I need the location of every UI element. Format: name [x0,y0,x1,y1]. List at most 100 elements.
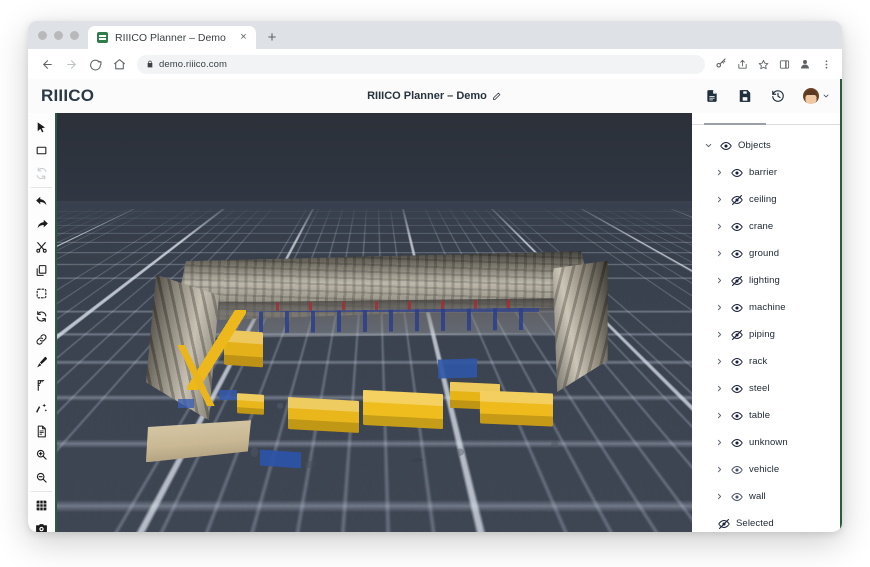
blue-pallet-object[interactable] [219,389,238,401]
chevron-right-icon[interactable] [715,384,724,393]
back-icon[interactable] [37,54,58,75]
maximize-window-button[interactable] [70,30,79,40]
copy-button[interactable] [30,259,53,282]
app-logo[interactable]: RIIICO [41,86,94,106]
tree-row-selected[interactable]: Selected [692,510,840,532]
3d-scene-viewport[interactable] [57,113,692,532]
blue-pallet-object[interactable] [260,449,302,469]
chevron-right-icon[interactable] [715,357,724,366]
eye-off-icon[interactable] [730,328,743,341]
tree-row-table[interactable]: table [692,402,840,429]
toolbar-divider [31,491,52,492]
zoom-in-button[interactable] [30,443,53,466]
eye-icon[interactable] [730,409,743,422]
history-clock-icon[interactable] [770,88,786,104]
eye-icon[interactable] [730,301,743,314]
measure-button[interactable] [30,374,53,397]
eye-off-icon[interactable] [717,517,730,530]
tree-row-wall[interactable]: wall [692,483,840,510]
eye-off-icon[interactable] [730,274,743,287]
close-tab-icon[interactable]: × [237,31,250,44]
star-icon[interactable] [756,57,770,71]
tree-row-objects[interactable]: Objects [692,132,840,159]
side-panel-icon[interactable] [777,57,791,71]
brush-button[interactable] [30,351,53,374]
user-menu[interactable] [803,88,830,104]
tree-row-unknown[interactable]: unknown [692,429,840,456]
minimize-window-button[interactable] [54,30,63,40]
eye-icon[interactable] [730,490,743,503]
blue-pallet-object[interactable] [438,358,478,379]
tree-row-crane[interactable]: crane [692,213,840,240]
browser-tab[interactable]: RIIICO Planner – Demo × [88,26,256,49]
home-icon[interactable] [109,54,130,75]
chevron-right-icon[interactable] [715,492,724,501]
crane-boom-lower[interactable] [173,345,220,407]
eye-icon[interactable] [730,355,743,368]
tree-row-lighting[interactable]: lighting [692,267,840,294]
chevron-right-icon[interactable] [715,249,724,258]
notes-button[interactable] [30,420,53,443]
eye-icon[interactable] [730,247,743,260]
machine-object[interactable] [363,389,444,430]
chevron-right-icon[interactable] [715,303,724,312]
save-floppy-icon[interactable] [737,88,753,104]
rectangle-tool-button[interactable] [30,139,53,162]
cut-button[interactable] [30,236,53,259]
document-icon[interactable] [704,88,720,104]
blue-pallet-object[interactable] [177,399,194,409]
profile-icon[interactable] [798,57,812,71]
share-icon[interactable] [735,57,749,71]
tree-row-rack[interactable]: rack [692,348,840,375]
select-tool-button[interactable] [30,116,53,139]
link-button[interactable] [30,328,53,351]
rotate-button[interactable] [30,305,53,328]
tree-row-ceiling[interactable]: ceiling [692,186,840,213]
select-region-button[interactable] [30,282,53,305]
new-tab-button[interactable]: + [261,26,283,49]
redo-button[interactable] [30,213,53,236]
eye-icon[interactable] [730,166,743,179]
chevron-down-icon[interactable] [704,141,713,150]
factory-point-cloud-model[interactable] [127,251,622,500]
toggle-grid-button[interactable] [30,494,53,517]
tree-row-piping[interactable]: piping [692,321,840,348]
pencil-edit-icon[interactable] [492,92,501,101]
eye-icon[interactable] [730,436,743,449]
tree-row-steel[interactable]: steel [692,375,840,402]
chevron-right-icon[interactable] [715,465,724,474]
chevron-right-icon[interactable] [715,330,724,339]
undo-button[interactable] [30,190,53,213]
eye-icon[interactable] [719,139,732,152]
eye-icon[interactable] [730,220,743,233]
chevron-right-icon[interactable] [715,276,724,285]
reset-view-button[interactable] [30,162,53,185]
tree-row-ground[interactable]: ground [692,240,840,267]
tree-row-machine[interactable]: machine [692,294,840,321]
menu-kebab-icon[interactable] [819,57,833,71]
chevron-right-icon[interactable] [715,195,724,204]
key-icon[interactable] [714,57,728,71]
close-window-button[interactable] [38,30,47,40]
omnibox-actions [714,57,833,71]
chevron-right-icon[interactable] [715,222,724,231]
forward-icon[interactable] [61,54,82,75]
tree-row-barrier[interactable]: barrier [692,159,840,186]
magic-wand-button[interactable] [30,397,53,420]
machine-object[interactable] [237,393,265,416]
chevron-right-icon[interactable] [715,411,724,420]
eye-icon[interactable] [730,463,743,476]
machine-object[interactable] [287,397,359,433]
chevron-right-icon[interactable] [715,438,724,447]
zoom-out-button[interactable] [30,466,53,489]
chevron-right-icon[interactable] [715,168,724,177]
machine-object[interactable] [479,390,553,427]
reload-icon[interactable] [85,54,106,75]
tree-row-vehicle[interactable]: vehicle [692,456,840,483]
eye-off-icon[interactable] [730,193,743,206]
browser-window: RIIICO Planner – Demo × + demo.riiico.co… [28,21,842,532]
eye-icon[interactable] [730,382,743,395]
tree-item-label: crane [749,221,774,232]
camera-button[interactable] [30,517,53,532]
address-bar[interactable]: demo.riiico.com [137,54,705,74]
